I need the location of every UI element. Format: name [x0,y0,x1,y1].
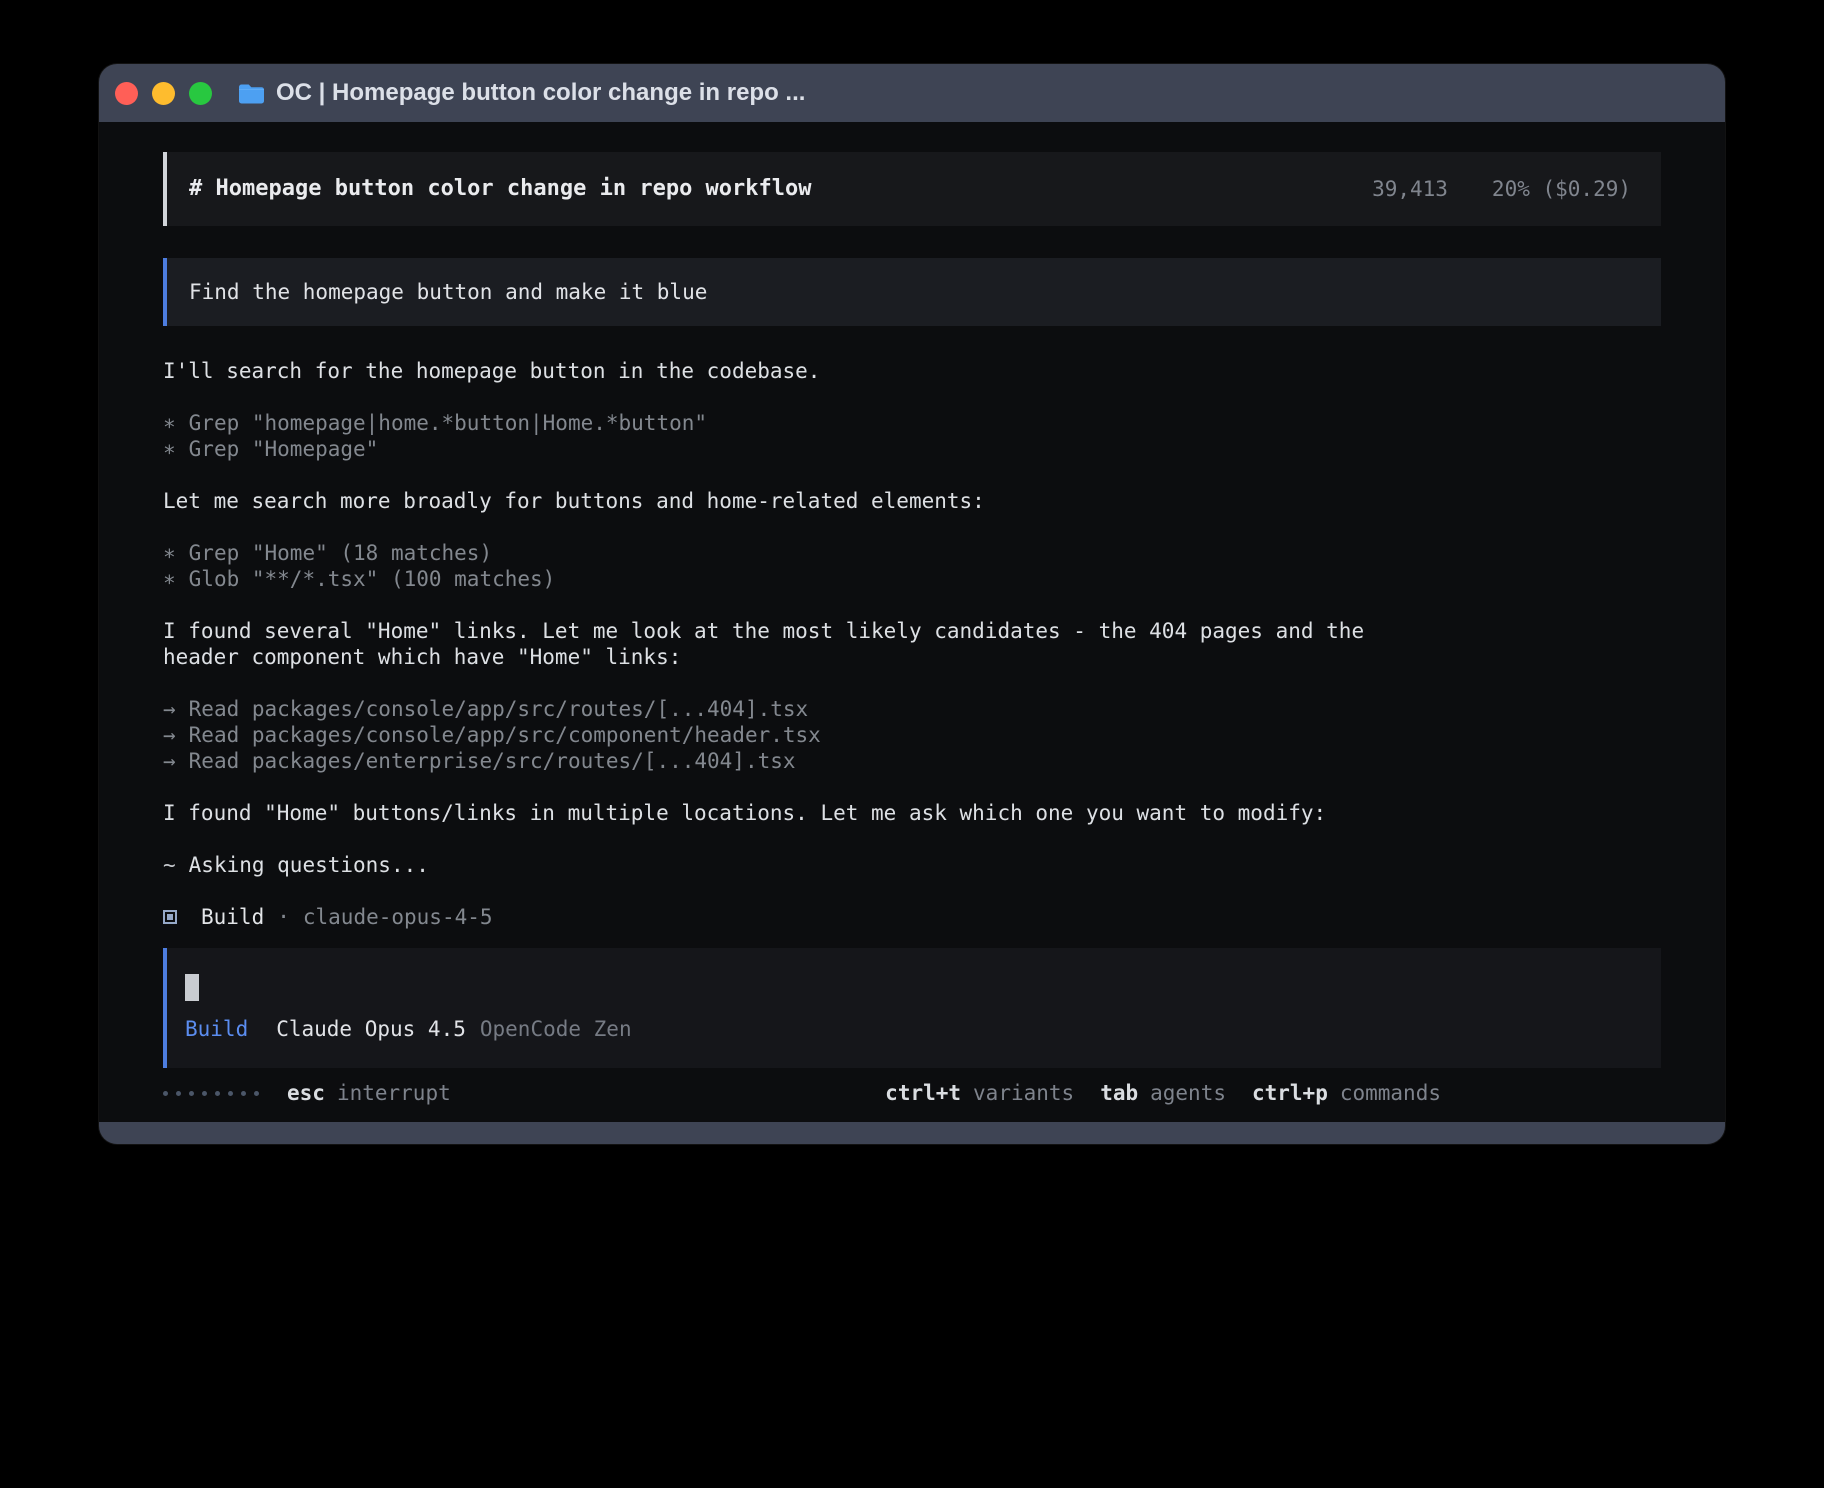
asterisk-icon: ∗ [163,411,176,435]
context-usage: 20% ($0.29) [1492,176,1631,202]
interrupt-hint: esc interrupt [287,1080,451,1106]
tool-call-text: Grep "Homepage" [189,437,379,461]
assistant-message-ask: I found "Home" buttons/links in multiple… [163,800,1413,826]
tool-call-text: Read packages/console/app/src/component/… [189,723,821,747]
model-name: Claude Opus 4.5 [276,1017,466,1041]
assistant-message-intro: I'll search for the homepage button in t… [163,358,1413,384]
tool-call-grep-2: ∗ Grep "Homepage" [163,436,1661,462]
tool-call-text: Read packages/enterprise/src/routes/[...… [189,749,796,773]
interrupt-label: interrupt [337,1081,451,1105]
keybind-hints: ctrl+t variants tab agents ctrl+p commands [859,1080,1441,1106]
spinner-dot [254,1091,259,1096]
commands-label: commands [1340,1081,1441,1105]
variants-label: variants [973,1081,1074,1105]
agent-model: claude-opus-4-5 [303,904,493,930]
spinner-dot [176,1091,181,1096]
tool-call-text: Glob "**/*.tsx" (100 matches) [189,567,556,591]
spinner-dot [241,1091,246,1096]
tool-call-text: Read packages/console/app/src/routes/[..… [189,697,809,721]
provider-name: OpenCode Zen [480,1017,632,1041]
token-count: 39,413 [1372,176,1448,202]
commands-hint: ctrl+p commands [1252,1080,1441,1106]
window-title: OC | Homepage button color change in rep… [276,79,805,107]
agent-status-icon [163,910,177,924]
session-title: # Homepage button color change in repo w… [189,176,812,202]
traffic-lights [115,82,212,105]
spinner-dot [202,1091,207,1096]
spinner-dot [163,1091,168,1096]
titlebar[interactable]: OC | Homepage button color change in rep… [99,64,1725,122]
tool-call-group-3: → Read packages/console/app/src/routes/[.… [163,696,1661,774]
user-message: Find the homepage button and make it blu… [163,258,1661,326]
agent-badge: Build [185,1017,248,1041]
status-bar: esc interrupt ctrl+t variants tab agents ct… [163,1080,1661,1106]
agent-indicator: Build · claude-opus-4-5 [163,904,1661,930]
window-bottom-edge [99,1122,1725,1144]
input-status-line: Build Claude Opus 4.5 OpenCode Zen [185,1016,1637,1042]
dot-separator: · [277,904,290,930]
terminal-content: # Homepage button color change in repo w… [99,122,1725,1122]
esc-key: esc [287,1081,325,1105]
tool-call-group-2: ∗ Grep "Home" (18 matches) ∗ Glob "**/*.ts… [163,540,1661,592]
ctrl-p-key: ctrl+p [1252,1081,1328,1105]
arrow-right-icon: → [163,749,176,773]
tool-call-read-2: → Read packages/console/app/src/component… [163,722,1661,748]
ctrl-t-key: ctrl+t [885,1081,961,1105]
assistant-message-broaden: Let me search more broadly for buttons a… [163,488,1413,514]
tool-call-grep-3: ∗ Grep "Home" (18 matches) [163,540,1661,566]
spinner-dot [215,1091,220,1096]
activity-status: ~ Asking questions... [163,852,1661,878]
session-header: # Homepage button color change in repo w… [163,152,1661,226]
session-stats: 39,413 20% ($0.29) [1372,176,1631,202]
tool-call-read-1: → Read packages/console/app/src/routes/[.… [163,696,1661,722]
tool-call-glob-1: ∗ Glob "**/*.tsx" (100 matches) [163,566,1661,592]
close-button[interactable] [115,82,138,105]
tool-call-text: Grep "Home" (18 matches) [189,541,492,565]
arrow-right-icon: → [163,723,176,747]
agents-label: agents [1150,1081,1226,1105]
agents-hint: tab agents [1100,1080,1226,1106]
tilde-icon: ~ [163,853,176,877]
asterisk-icon: ∗ [163,437,176,461]
tab-key: tab [1100,1081,1138,1105]
asterisk-icon: ∗ [163,541,176,565]
tool-call-text: Grep "homepage|home.*button|Home.*button… [189,411,707,435]
asterisk-icon: ∗ [163,567,176,591]
tool-call-group-1: ∗ Grep "homepage|home.*button|Home.*butto… [163,410,1661,462]
assistant-message-candidates: I found several "Home" links. Let me loo… [163,618,1413,670]
tool-call-grep-1: ∗ Grep "homepage|home.*button|Home.*butto… [163,410,1661,436]
text-cursor [185,974,199,1001]
spinner-dot [228,1091,233,1096]
arrow-right-icon: → [163,697,176,721]
activity-text: Asking questions... [189,853,429,877]
prompt-input[interactable]: Build Claude Opus 4.5 OpenCode Zen [163,948,1661,1068]
user-message-text: Find the homepage button and make it blu… [189,279,707,305]
minimize-button[interactable] [152,82,175,105]
variants-hint: ctrl+t variants [885,1080,1074,1106]
zoom-button[interactable] [189,82,212,105]
folder-icon [238,83,265,104]
terminal-window: OC | Homepage button color change in rep… [99,64,1725,1144]
agent-name: Build [201,904,264,930]
spinner-dot [189,1091,194,1096]
spinner [163,1091,259,1096]
tool-call-read-3: → Read packages/enterprise/src/routes/[..… [163,748,1661,774]
